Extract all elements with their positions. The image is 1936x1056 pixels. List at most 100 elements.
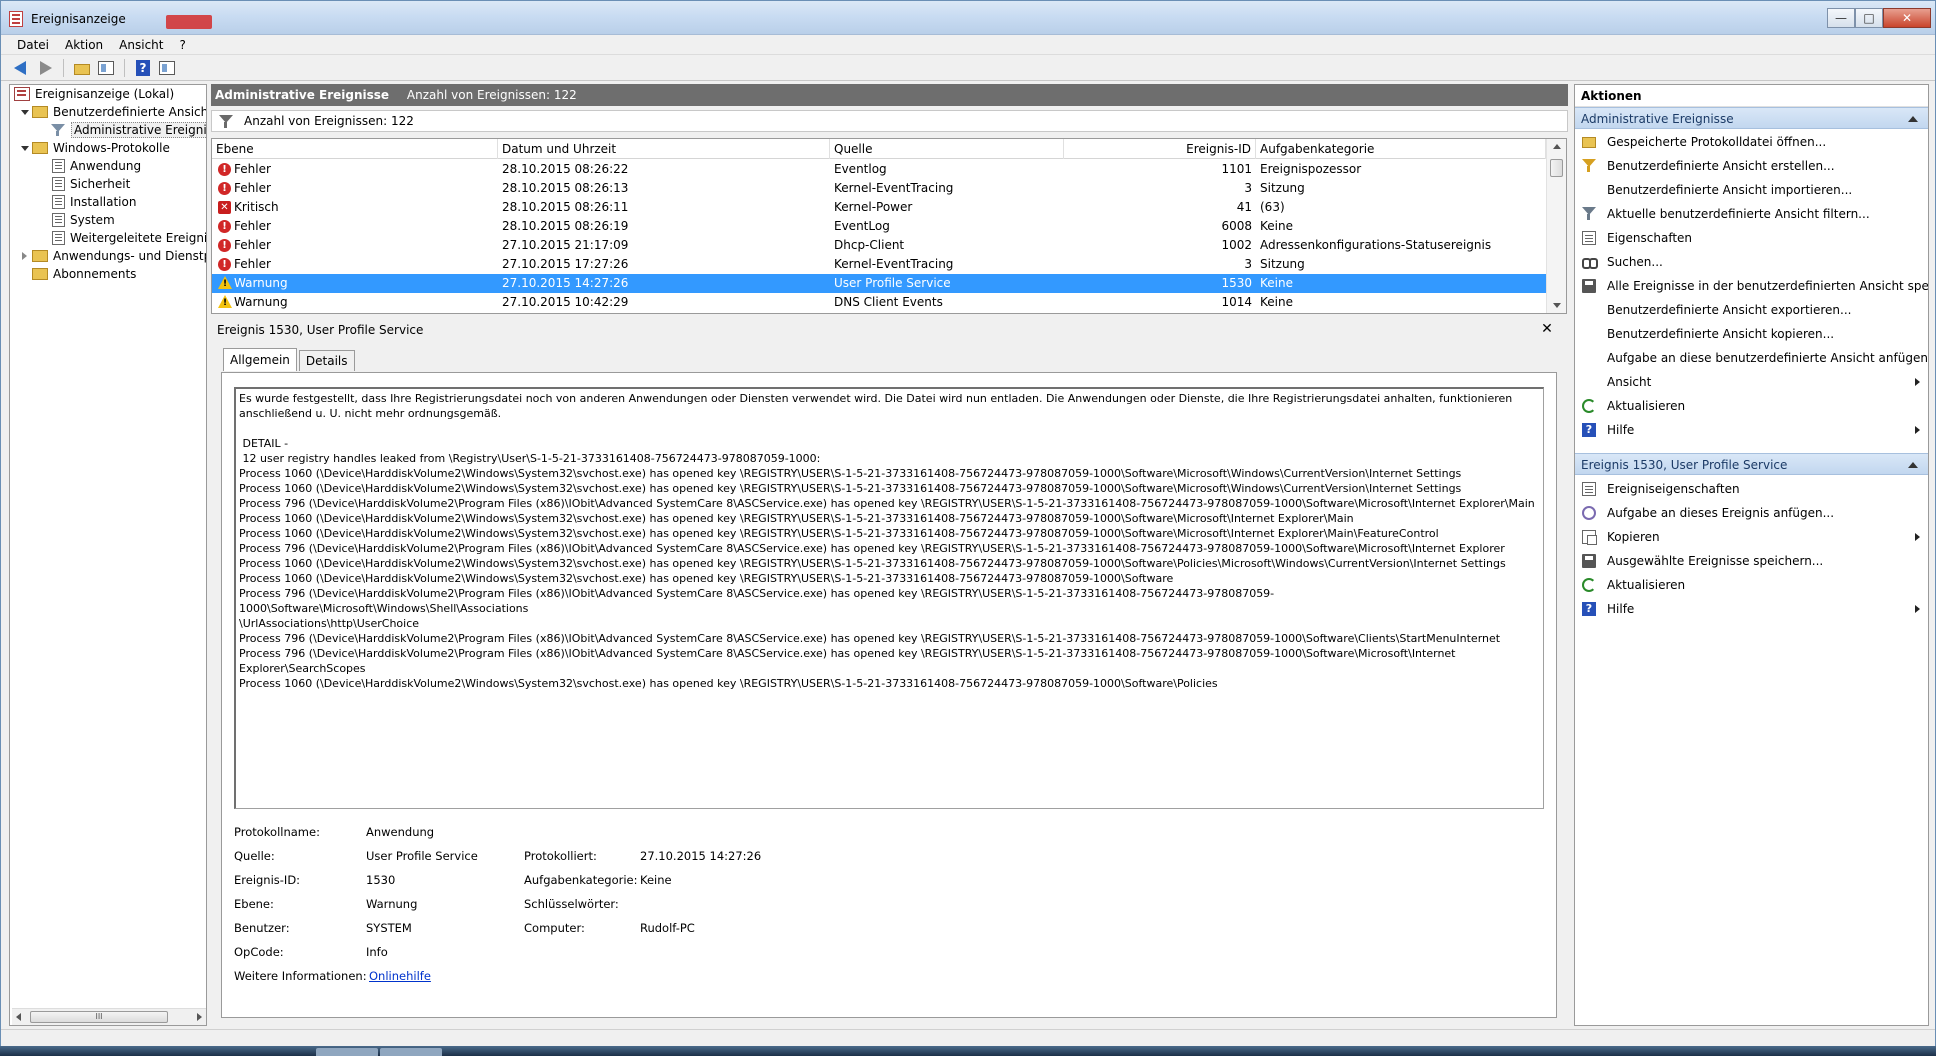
action-save-selected-events[interactable]: Ausgewählte Ereignisse speichern...: [1575, 549, 1928, 573]
table-row[interactable]: ! Fehler 28.10.2015 08:26:13 Kernel-EventTr…: [212, 179, 1546, 198]
properties-icon: [1582, 231, 1596, 245]
tree-item-custom-views[interactable]: Benutzerdefinierte Ansichten: [20, 103, 207, 121]
actions-section-admin-events[interactable]: Administrative Ereignisse: [1575, 107, 1928, 129]
scroll-down-icon[interactable]: [1553, 303, 1561, 308]
expand-toggle-icon[interactable]: [20, 144, 29, 153]
section-label: Ereignis 1530, User Profile Service: [1581, 458, 1788, 472]
action-properties[interactable]: Eigenschaften: [1575, 226, 1928, 250]
tab-allgemein[interactable]: Allgemein: [223, 348, 297, 371]
task-icon: [1582, 506, 1596, 520]
menu-help[interactable]: ?: [171, 35, 193, 54]
action-open-saved-log[interactable]: Gespeicherte Protokolldatei öffnen...: [1575, 130, 1928, 154]
table-row[interactable]: ! Fehler 28.10.2015 08:26:22 Eventlog 1101 Er…: [212, 160, 1546, 179]
tree-item-label: Benutzerdefinierte Ansichten: [53, 105, 207, 119]
close-button[interactable]: ✕: [1883, 8, 1931, 28]
cell-task-category: Sitzung: [1260, 181, 1305, 195]
show-hide-tree-icon: [98, 60, 114, 75]
action-view-submenu[interactable]: Ansicht: [1575, 370, 1928, 394]
tab-details[interactable]: Details: [298, 350, 355, 371]
help-icon: ?: [1582, 602, 1596, 616]
scroll-thumb[interactable]: III: [30, 1011, 168, 1023]
action-refresh[interactable]: Aktualisieren: [1575, 394, 1928, 418]
column-header-date[interactable]: Datum und Uhrzeit: [498, 139, 830, 159]
column-header-source[interactable]: Quelle: [830, 139, 1064, 159]
column-header-task-category[interactable]: Aufgabenkategorie: [1256, 139, 1546, 159]
forward-button[interactable]: [35, 58, 55, 78]
tree-item-root[interactable]: Ereignisanzeige (Lokal): [14, 85, 174, 103]
tree-item-log-system[interactable]: System: [52, 211, 115, 229]
action-event-properties[interactable]: Ereigniseigenschaften: [1575, 477, 1928, 501]
folder-open-icon: [1582, 137, 1596, 148]
tree-item-windows-logs[interactable]: Windows-Protokolle: [20, 139, 170, 157]
expand-toggle-icon[interactable]: [20, 108, 29, 117]
expand-toggle-icon[interactable]: [20, 251, 29, 261]
minimize-button[interactable]: —: [1827, 8, 1855, 28]
action-refresh-event[interactable]: Aktualisieren: [1575, 573, 1928, 597]
tree-item-log-sicherheit[interactable]: Sicherheit: [52, 175, 130, 193]
action-copy-custom-view[interactable]: Benutzerdefinierte Ansicht kopieren...: [1575, 322, 1928, 346]
tree-item-label: Weitergeleitete Ereignisse: [70, 231, 207, 245]
tree-horizontal-scrollbar[interactable]: III: [12, 1008, 206, 1025]
action-attach-task-view[interactable]: Aufgabe an diese benutzerdefinierte Ansi…: [1575, 346, 1928, 370]
event-list-scrollbar[interactable]: [1546, 139, 1566, 313]
column-header-event-id[interactable]: Ereignis-ID: [1064, 139, 1256, 159]
event-message[interactable]: Es wurde festgestellt, dass Ihre Registr…: [234, 387, 1544, 809]
action-help-submenu[interactable]: ? Hilfe: [1575, 418, 1928, 442]
properties-icon: [1582, 482, 1596, 496]
taskbar-button[interactable]: [380, 1048, 442, 1056]
redacted-mark: [166, 15, 212, 29]
scroll-up-icon[interactable]: [1553, 144, 1561, 149]
table-row[interactable]: ! Fehler 28.10.2015 08:26:19 EventLog 6008 Ke…: [212, 217, 1546, 236]
collapse-icon[interactable]: [1908, 116, 1918, 122]
action-filter-current-view[interactable]: Aktuelle benutzerdefinierte Ansicht filt…: [1575, 202, 1928, 226]
back-button[interactable]: [11, 58, 31, 78]
action-import-custom-view[interactable]: Benutzerdefinierte Ansicht importieren..…: [1575, 178, 1928, 202]
action-create-custom-view[interactable]: Benutzerdefinierte Ansicht erstellen...: [1575, 154, 1928, 178]
tree-item-admin-events[interactable]: Administrative Ereignisse: [50, 121, 206, 139]
menu-aktion[interactable]: Aktion: [57, 35, 111, 54]
prop-opcode: Info: [366, 945, 388, 959]
tree-item-log-forwarded[interactable]: Weitergeleitete Ereignisse: [52, 229, 207, 247]
help-icon: ?: [136, 59, 150, 76]
action-attach-task-event[interactable]: Aufgabe an dieses Ereignis anfügen...: [1575, 501, 1928, 525]
action-save-all-events[interactable]: Alle Ereignisse in der benutzerdefiniert…: [1575, 274, 1928, 298]
action-help-event-submenu[interactable]: ? Hilfe: [1575, 597, 1928, 621]
actions-section-event[interactable]: Ereignis 1530, User Profile Service: [1575, 453, 1928, 475]
taskbar-button[interactable]: [316, 1048, 378, 1056]
tree-item-app-services[interactable]: Anwendungs- und Dienstprotokolle: [20, 247, 206, 265]
cell-date: 28.10.2015 08:26:19: [502, 219, 629, 233]
show-hide-action-pane-icon: [159, 60, 175, 75]
filter-bar: Anzahl von Ereignissen: 122: [211, 110, 1568, 132]
action-label: Eigenschaften: [1607, 231, 1693, 245]
cell-date: 27.10.2015 17:27:26: [502, 257, 629, 271]
action-export-custom-view[interactable]: Benutzerdefinierte Ansicht exportieren..…: [1575, 298, 1928, 322]
scroll-thumb[interactable]: [1550, 159, 1563, 177]
tree-item-subscriptions[interactable]: Abonnements: [32, 265, 136, 283]
action-copy-submenu[interactable]: Kopieren: [1575, 525, 1928, 549]
tree-item-log-anwendung[interactable]: Anwendung: [52, 157, 141, 175]
scroll-left-icon[interactable]: [16, 1013, 21, 1021]
help-button[interactable]: ?: [133, 58, 153, 78]
table-row[interactable]: ! Warnung 27.10.2015 10:42:29 DNS Client Ev…: [212, 293, 1546, 312]
collapse-icon[interactable]: [1908, 462, 1918, 468]
show-hide-action-pane-button[interactable]: [157, 58, 177, 78]
cell-source: EventLog: [834, 219, 890, 233]
table-row[interactable]: ! Fehler 27.10.2015 17:27:26 Kernel-EventTr…: [212, 255, 1546, 274]
column-header-level[interactable]: Ebene: [212, 139, 498, 159]
close-detail-icon[interactable]: ✕: [1540, 320, 1554, 338]
table-row[interactable]: ✕ Kritisch 28.10.2015 08:26:11 Kernel-Power…: [212, 198, 1546, 217]
table-row[interactable]: ! Fehler 27.10.2015 21:17:09 Dhcp-Client 100…: [212, 236, 1546, 255]
tree-item-log-installation[interactable]: Installation: [52, 193, 136, 211]
table-row[interactable]: ! Warnung 27.10.2015 14:27:26 User Profile …: [212, 274, 1546, 293]
menu-ansicht[interactable]: Ansicht: [111, 35, 171, 54]
action-find[interactable]: Suchen...: [1575, 250, 1928, 274]
menu-datei[interactable]: Datei: [9, 35, 57, 54]
show-hide-tree-button[interactable]: [96, 58, 116, 78]
up-level-button[interactable]: [72, 58, 92, 78]
refresh-icon: [1582, 399, 1596, 413]
tree-item-label: System: [70, 213, 115, 227]
maximize-button[interactable]: □: [1855, 8, 1883, 28]
online-help-link[interactable]: Onlinehilfe: [369, 967, 431, 985]
filter-text: Anzahl von Ereignissen: 122: [244, 114, 414, 128]
scroll-right-icon[interactable]: [197, 1013, 202, 1021]
